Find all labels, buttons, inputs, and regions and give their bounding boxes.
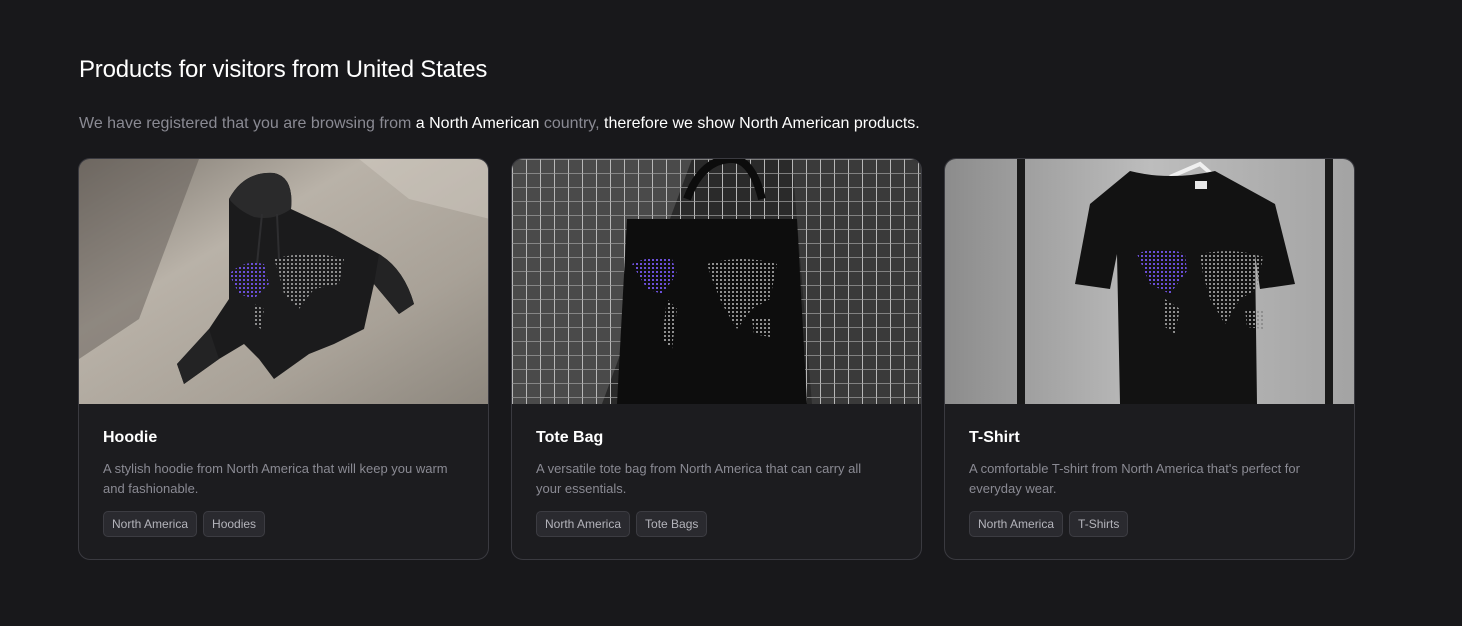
subtitle-text-1: We have registered that you are browsing… <box>79 115 416 132</box>
product-grid: Hoodie A stylish hoodie from North Ameri… <box>78 158 1355 560</box>
tag-category[interactable]: T-Shirts <box>1069 511 1129 537</box>
subtitle-text-2: country, <box>539 115 604 132</box>
product-name[interactable]: Hoodie <box>103 428 464 448</box>
card-body: Tote Bag A versatile tote bag from North… <box>512 404 921 537</box>
tote-bag-product-image[interactable] <box>512 159 922 404</box>
page-title: Products for visitors from United States <box>79 56 488 83</box>
tag-region[interactable]: North America <box>536 511 631 537</box>
tshirt-product-image[interactable] <box>945 159 1355 404</box>
product-name[interactable]: T-Shirt <box>969 428 1330 448</box>
product-card-tshirt[interactable]: T-Shirt A comfortable T-shirt from North… <box>944 158 1355 560</box>
product-description: A comfortable T-shirt from North America… <box>969 461 1300 496</box>
product-tags: North America T-Shirts <box>969 511 1330 537</box>
product-tags: North America Hoodies <box>103 511 464 537</box>
tag-category[interactable]: Tote Bags <box>636 511 708 537</box>
tag-region[interactable]: North America <box>103 511 198 537</box>
subtitle-highlight-region: a North American <box>415 115 540 132</box>
card-body: Hoodie A stylish hoodie from North Ameri… <box>79 404 488 537</box>
product-tags: North America Tote Bags <box>536 511 897 537</box>
page-subtitle: We have registered that you are browsing… <box>79 113 920 135</box>
product-card-hoodie[interactable]: Hoodie A stylish hoodie from North Ameri… <box>78 158 489 560</box>
product-card-tote-bag[interactable]: Tote Bag A versatile tote bag from North… <box>511 158 922 560</box>
product-description: A stylish hoodie from North America that… <box>103 461 448 496</box>
tag-category[interactable]: Hoodies <box>203 511 266 537</box>
products-page: Products for visitors from United States… <box>0 0 1462 626</box>
product-description: A versatile tote bag from North America … <box>536 461 862 496</box>
subtitle-highlight-products: therefore we show North American product… <box>604 115 920 132</box>
hoodie-product-image[interactable] <box>79 159 489 404</box>
product-name[interactable]: Tote Bag <box>536 428 897 448</box>
tag-region[interactable]: North America <box>969 511 1064 537</box>
card-body: T-Shirt A comfortable T-shirt from North… <box>945 404 1354 537</box>
